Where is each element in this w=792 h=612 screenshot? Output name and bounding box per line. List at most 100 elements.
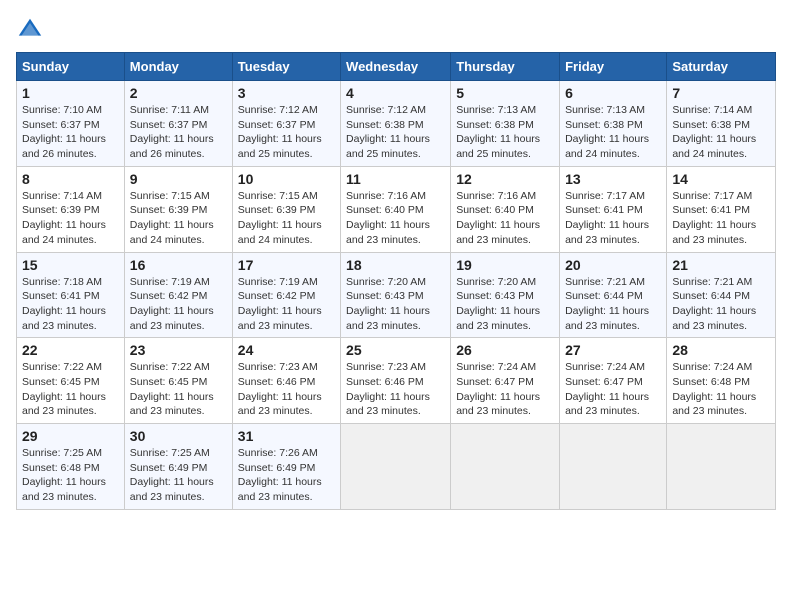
day-detail: Sunrise: 7:24 AM Sunset: 6:47 PM Dayligh… (565, 360, 661, 419)
col-header-monday: Monday (124, 53, 232, 81)
calendar-cell: 16 Sunrise: 7:19 AM Sunset: 6:42 PM Dayli… (124, 252, 232, 338)
calendar-cell (341, 424, 451, 510)
day-detail: Sunrise: 7:13 AM Sunset: 6:38 PM Dayligh… (456, 103, 554, 162)
day-number: 22 (22, 342, 119, 358)
col-header-wednesday: Wednesday (341, 53, 451, 81)
day-detail: Sunrise: 7:20 AM Sunset: 6:43 PM Dayligh… (346, 275, 445, 334)
calendar-cell: 2 Sunrise: 7:11 AM Sunset: 6:37 PM Daylig… (124, 81, 232, 167)
day-number: 6 (565, 85, 661, 101)
calendar-week-5: 29 Sunrise: 7:25 AM Sunset: 6:48 PM Dayli… (17, 424, 776, 510)
day-detail: Sunrise: 7:22 AM Sunset: 6:45 PM Dayligh… (22, 360, 119, 419)
day-number: 25 (346, 342, 445, 358)
logo (16, 16, 48, 44)
day-detail: Sunrise: 7:23 AM Sunset: 6:46 PM Dayligh… (346, 360, 445, 419)
calendar-cell (667, 424, 776, 510)
calendar-cell: 15Sunrise: 7:18 AM Sunset: 6:41 PM Dayli… (17, 252, 125, 338)
day-detail: Sunrise: 7:13 AM Sunset: 6:38 PM Dayligh… (565, 103, 661, 162)
day-detail: Sunrise: 7:21 AM Sunset: 6:44 PM Dayligh… (565, 275, 661, 334)
col-header-friday: Friday (560, 53, 667, 81)
calendar-cell: 31 Sunrise: 7:26 AM Sunset: 6:49 PM Dayli… (232, 424, 340, 510)
col-header-sunday: Sunday (17, 53, 125, 81)
calendar-cell: 10 Sunrise: 7:15 AM Sunset: 6:39 PM Dayli… (232, 166, 340, 252)
column-header-row: SundayMondayTuesdayWednesdayThursdayFrid… (17, 53, 776, 81)
day-detail: Sunrise: 7:14 AM Sunset: 6:38 PM Dayligh… (672, 103, 770, 162)
day-detail: Sunrise: 7:25 AM Sunset: 6:49 PM Dayligh… (130, 446, 227, 505)
day-number: 2 (130, 85, 227, 101)
calendar-cell: 14Sunrise: 7:17 AM Sunset: 6:41 PM Dayli… (667, 166, 776, 252)
day-detail: Sunrise: 7:10 AM Sunset: 6:37 PM Dayligh… (22, 103, 119, 162)
day-detail: Sunrise: 7:22 AM Sunset: 6:45 PM Dayligh… (130, 360, 227, 419)
day-detail: Sunrise: 7:19 AM Sunset: 6:42 PM Dayligh… (238, 275, 335, 334)
calendar-cell: 18 Sunrise: 7:20 AM Sunset: 6:43 PM Dayli… (341, 252, 451, 338)
day-number: 21 (672, 257, 770, 273)
calendar-week-4: 22 Sunrise: 7:22 AM Sunset: 6:45 PM Dayli… (17, 338, 776, 424)
calendar-cell: 11 Sunrise: 7:16 AM Sunset: 6:40 PM Dayli… (341, 166, 451, 252)
day-number: 23 (130, 342, 227, 358)
day-number: 5 (456, 85, 554, 101)
calendar-cell: 28 Sunrise: 7:24 AM Sunset: 6:48 PM Dayli… (667, 338, 776, 424)
day-number: 16 (130, 257, 227, 273)
col-header-thursday: Thursday (451, 53, 560, 81)
day-number: 8 (22, 171, 119, 187)
calendar-cell: 23 Sunrise: 7:22 AM Sunset: 6:45 PM Dayli… (124, 338, 232, 424)
calendar-cell: 25 Sunrise: 7:23 AM Sunset: 6:46 PM Dayli… (341, 338, 451, 424)
calendar-cell: 26 Sunrise: 7:24 AM Sunset: 6:47 PM Dayli… (451, 338, 560, 424)
calendar-cell: 9 Sunrise: 7:15 AM Sunset: 6:39 PM Daylig… (124, 166, 232, 252)
day-detail: Sunrise: 7:12 AM Sunset: 6:37 PM Dayligh… (238, 103, 335, 162)
calendar-cell: 24 Sunrise: 7:23 AM Sunset: 6:46 PM Dayli… (232, 338, 340, 424)
day-detail: Sunrise: 7:15 AM Sunset: 6:39 PM Dayligh… (238, 189, 335, 248)
day-number: 19 (456, 257, 554, 273)
calendar-cell: 27Sunrise: 7:24 AM Sunset: 6:47 PM Dayli… (560, 338, 667, 424)
day-detail: Sunrise: 7:24 AM Sunset: 6:48 PM Dayligh… (672, 360, 770, 419)
day-detail: Sunrise: 7:25 AM Sunset: 6:48 PM Dayligh… (22, 446, 119, 505)
day-detail: Sunrise: 7:12 AM Sunset: 6:38 PM Dayligh… (346, 103, 445, 162)
calendar-cell: 20 Sunrise: 7:21 AM Sunset: 6:44 PM Dayli… (560, 252, 667, 338)
calendar-cell: 30 Sunrise: 7:25 AM Sunset: 6:49 PM Dayli… (124, 424, 232, 510)
calendar-cell (451, 424, 560, 510)
calendar-cell: 22 Sunrise: 7:22 AM Sunset: 6:45 PM Dayli… (17, 338, 125, 424)
calendar-cell: 4Sunrise: 7:12 AM Sunset: 6:38 PM Daylig… (341, 81, 451, 167)
calendar-cell: 1 Sunrise: 7:10 AM Sunset: 6:37 PM Daylig… (17, 81, 125, 167)
day-number: 24 (238, 342, 335, 358)
day-detail: Sunrise: 7:11 AM Sunset: 6:37 PM Dayligh… (130, 103, 227, 162)
day-number: 17 (238, 257, 335, 273)
day-detail: Sunrise: 7:17 AM Sunset: 6:41 PM Dayligh… (565, 189, 661, 248)
day-detail: Sunrise: 7:20 AM Sunset: 6:43 PM Dayligh… (456, 275, 554, 334)
calendar-cell (560, 424, 667, 510)
calendar-cell: 13Sunrise: 7:17 AM Sunset: 6:41 PM Dayli… (560, 166, 667, 252)
day-number: 3 (238, 85, 335, 101)
calendar-cell: 19 Sunrise: 7:20 AM Sunset: 6:43 PM Dayli… (451, 252, 560, 338)
day-detail: Sunrise: 7:15 AM Sunset: 6:39 PM Dayligh… (130, 189, 227, 248)
calendar-cell: 8 Sunrise: 7:14 AM Sunset: 6:39 PM Daylig… (17, 166, 125, 252)
day-detail: Sunrise: 7:23 AM Sunset: 6:46 PM Dayligh… (238, 360, 335, 419)
day-number: 31 (238, 428, 335, 444)
day-number: 18 (346, 257, 445, 273)
logo-icon (16, 16, 44, 44)
day-number: 26 (456, 342, 554, 358)
day-detail: Sunrise: 7:26 AM Sunset: 6:49 PM Dayligh… (238, 446, 335, 505)
col-header-tuesday: Tuesday (232, 53, 340, 81)
day-number: 20 (565, 257, 661, 273)
day-number: 1 (22, 85, 119, 101)
day-detail: Sunrise: 7:24 AM Sunset: 6:47 PM Dayligh… (456, 360, 554, 419)
calendar-week-3: 15Sunrise: 7:18 AM Sunset: 6:41 PM Dayli… (17, 252, 776, 338)
calendar-cell: 29 Sunrise: 7:25 AM Sunset: 6:48 PM Dayli… (17, 424, 125, 510)
day-detail: Sunrise: 7:19 AM Sunset: 6:42 PM Dayligh… (130, 275, 227, 334)
day-number: 29 (22, 428, 119, 444)
day-detail: Sunrise: 7:16 AM Sunset: 6:40 PM Dayligh… (456, 189, 554, 248)
day-number: 11 (346, 171, 445, 187)
day-detail: Sunrise: 7:17 AM Sunset: 6:41 PM Dayligh… (672, 189, 770, 248)
calendar-cell: 21 Sunrise: 7:21 AM Sunset: 6:44 PM Dayli… (667, 252, 776, 338)
day-detail: Sunrise: 7:21 AM Sunset: 6:44 PM Dayligh… (672, 275, 770, 334)
day-number: 9 (130, 171, 227, 187)
day-detail: Sunrise: 7:16 AM Sunset: 6:40 PM Dayligh… (346, 189, 445, 248)
day-number: 28 (672, 342, 770, 358)
day-number: 30 (130, 428, 227, 444)
day-number: 10 (238, 171, 335, 187)
calendar-table: SundayMondayTuesdayWednesdayThursdayFrid… (16, 52, 776, 510)
day-detail: Sunrise: 7:14 AM Sunset: 6:39 PM Dayligh… (22, 189, 119, 248)
calendar-week-1: 1 Sunrise: 7:10 AM Sunset: 6:37 PM Daylig… (17, 81, 776, 167)
page-header (16, 16, 776, 44)
calendar-week-2: 8 Sunrise: 7:14 AM Sunset: 6:39 PM Daylig… (17, 166, 776, 252)
day-number: 7 (672, 85, 770, 101)
